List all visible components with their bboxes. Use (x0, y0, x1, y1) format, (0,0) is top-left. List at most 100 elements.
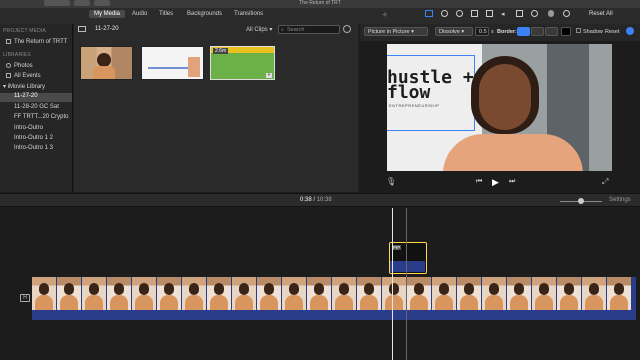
film-frame (357, 277, 381, 310)
face-thumbnail (97, 53, 111, 67)
skip-forward-icon[interactable]: ⏭ (509, 178, 515, 186)
film-frame (257, 277, 281, 310)
sidebar-item-11-28-20[interactable]: 11-28-20 GC Sat (14, 104, 59, 110)
film-frame-shirt (460, 295, 478, 310)
microphone-icon[interactable]: 🎙 (386, 177, 396, 186)
sidebar-item-intro-outro[interactable]: Intro-Outro (14, 125, 43, 131)
import-button[interactable] (74, 0, 90, 6)
film-frame (482, 277, 506, 310)
filter-icon[interactable] (548, 10, 554, 17)
film-frame (307, 277, 331, 310)
fullscreen-icon[interactable]: ⤢ (602, 177, 608, 187)
film-frame-shirt (210, 295, 228, 310)
video-preview[interactable]: hustle + flow ENTREPRENEURSHIP (387, 44, 612, 171)
speed-icon[interactable] (531, 10, 538, 17)
tab-transitions[interactable]: Transitions (229, 10, 268, 18)
clip-thumbnail-1[interactable] (80, 46, 133, 80)
volume-icon[interactable]: ◂ (501, 10, 505, 18)
zoom-slider-knob[interactable] (578, 198, 584, 204)
film-frame-shirt (510, 295, 528, 310)
film-frame (607, 277, 631, 310)
crop-icon[interactable] (471, 10, 478, 17)
reset-button[interactable]: Reset (605, 29, 619, 35)
border-label: Border: (497, 29, 517, 35)
film-frame-shirt (385, 295, 403, 310)
border-none-button[interactable] (517, 27, 530, 36)
projects-button[interactable] (44, 0, 70, 6)
playhead[interactable] (392, 208, 393, 360)
gear-icon[interactable] (343, 25, 351, 33)
sidebar-item-ff-trtt[interactable]: FF TRTT...20 Crypto (14, 114, 68, 120)
noise-reduction-icon[interactable] (516, 10, 523, 17)
pip-clip[interactable]: PIP (389, 242, 427, 274)
skip-back-icon[interactable]: ⏮ (476, 178, 482, 186)
film-frame (82, 277, 106, 310)
film-frame (132, 277, 156, 310)
media-tab-bar (0, 8, 360, 24)
apply-check-icon[interactable] (626, 27, 634, 35)
share-button[interactable] (94, 0, 110, 6)
overlay-mode-select[interactable]: Picture in Picture ▾ (364, 27, 428, 36)
border-color-well[interactable] (561, 27, 571, 36)
film-frame (532, 277, 556, 310)
tab-audio[interactable]: Audio (127, 10, 152, 18)
event-title: 11-27-20 (95, 26, 119, 32)
film-frame-shirt (235, 295, 253, 310)
film-frame-shirt (35, 295, 53, 310)
clip-thumbnail-3[interactable]: 2.6m + (210, 46, 275, 80)
inset-image (188, 57, 200, 77)
film-frame-face (314, 283, 324, 295)
track-icon[interactable]: H (20, 294, 30, 302)
timecode: 0:38 / 10:38 (300, 197, 332, 203)
tab-backgrounds[interactable]: Backgrounds (182, 10, 227, 18)
sidebar-item-project[interactable]: The Return of TRTT (6, 39, 67, 45)
magic-wand-icon[interactable]: ✧ (382, 11, 388, 19)
border-thin-button[interactable] (531, 27, 544, 36)
film-frame (557, 277, 581, 310)
tab-titles[interactable]: Titles (154, 10, 178, 18)
pip-selection-box[interactable] (387, 55, 475, 131)
film-frame-face (439, 283, 449, 295)
sidebar-item-library[interactable]: ▾ iMovie Library (3, 83, 45, 90)
film-frame-shirt (585, 295, 603, 310)
sidebar-item-intro-outro-1-3[interactable]: Intro-Outro 1 3 (14, 145, 53, 151)
film-frame (432, 277, 456, 310)
face (479, 64, 531, 130)
film-frame-face (514, 283, 524, 295)
info-icon[interactable] (563, 10, 570, 17)
shadow-checkbox[interactable] (576, 28, 581, 33)
sidebar-item-all-events[interactable]: All Events (6, 73, 41, 79)
tab-my-media[interactable]: My Media (89, 10, 126, 18)
film-frame-face (89, 283, 99, 295)
search-input[interactable]: Search (278, 25, 340, 34)
color-balance-icon[interactable] (441, 10, 448, 17)
add-clip-icon[interactable]: + (266, 73, 272, 78)
libraries-header: LIBRARIES (3, 52, 31, 58)
film-frame (107, 277, 131, 310)
settings-button[interactable]: Settings (609, 197, 631, 203)
color-correction-icon[interactable] (456, 10, 463, 17)
sidebar-item-photos[interactable]: Photos (6, 63, 33, 69)
play-icon[interactable]: ▶ (492, 177, 499, 188)
film-frame (57, 277, 81, 310)
film-frame-shirt (485, 295, 503, 310)
border-thick-button[interactable] (545, 27, 558, 36)
stabilization-icon[interactable] (486, 10, 493, 17)
film-frame-face (114, 283, 124, 295)
film-frame-face (614, 283, 624, 295)
film-frame-face (489, 283, 499, 295)
overlay-settings-icon[interactable] (425, 10, 433, 17)
clip-thumbnail-2[interactable] (141, 46, 204, 80)
sidebar-item-intro-outro-1-2[interactable]: Intro-Outro 1 2 (14, 135, 53, 141)
reset-all-button[interactable]: Reset All (589, 11, 613, 17)
duration-field[interactable]: 0.5 (475, 27, 489, 36)
shirt (443, 134, 583, 171)
film-frame-shirt (435, 295, 453, 310)
sidebar-item-11-27-20[interactable]: 11-27-20 (0, 93, 72, 102)
film-strip[interactable] (32, 277, 636, 310)
project-media-header: PROJECT MEDIA (3, 28, 47, 34)
clip-filter-select[interactable]: All Clips ▾ (246, 26, 272, 33)
sidebar-toggle-icon[interactable] (78, 26, 86, 32)
transition-select[interactable]: Dissolve ▾ (435, 27, 473, 36)
film-frame-face (214, 283, 224, 295)
